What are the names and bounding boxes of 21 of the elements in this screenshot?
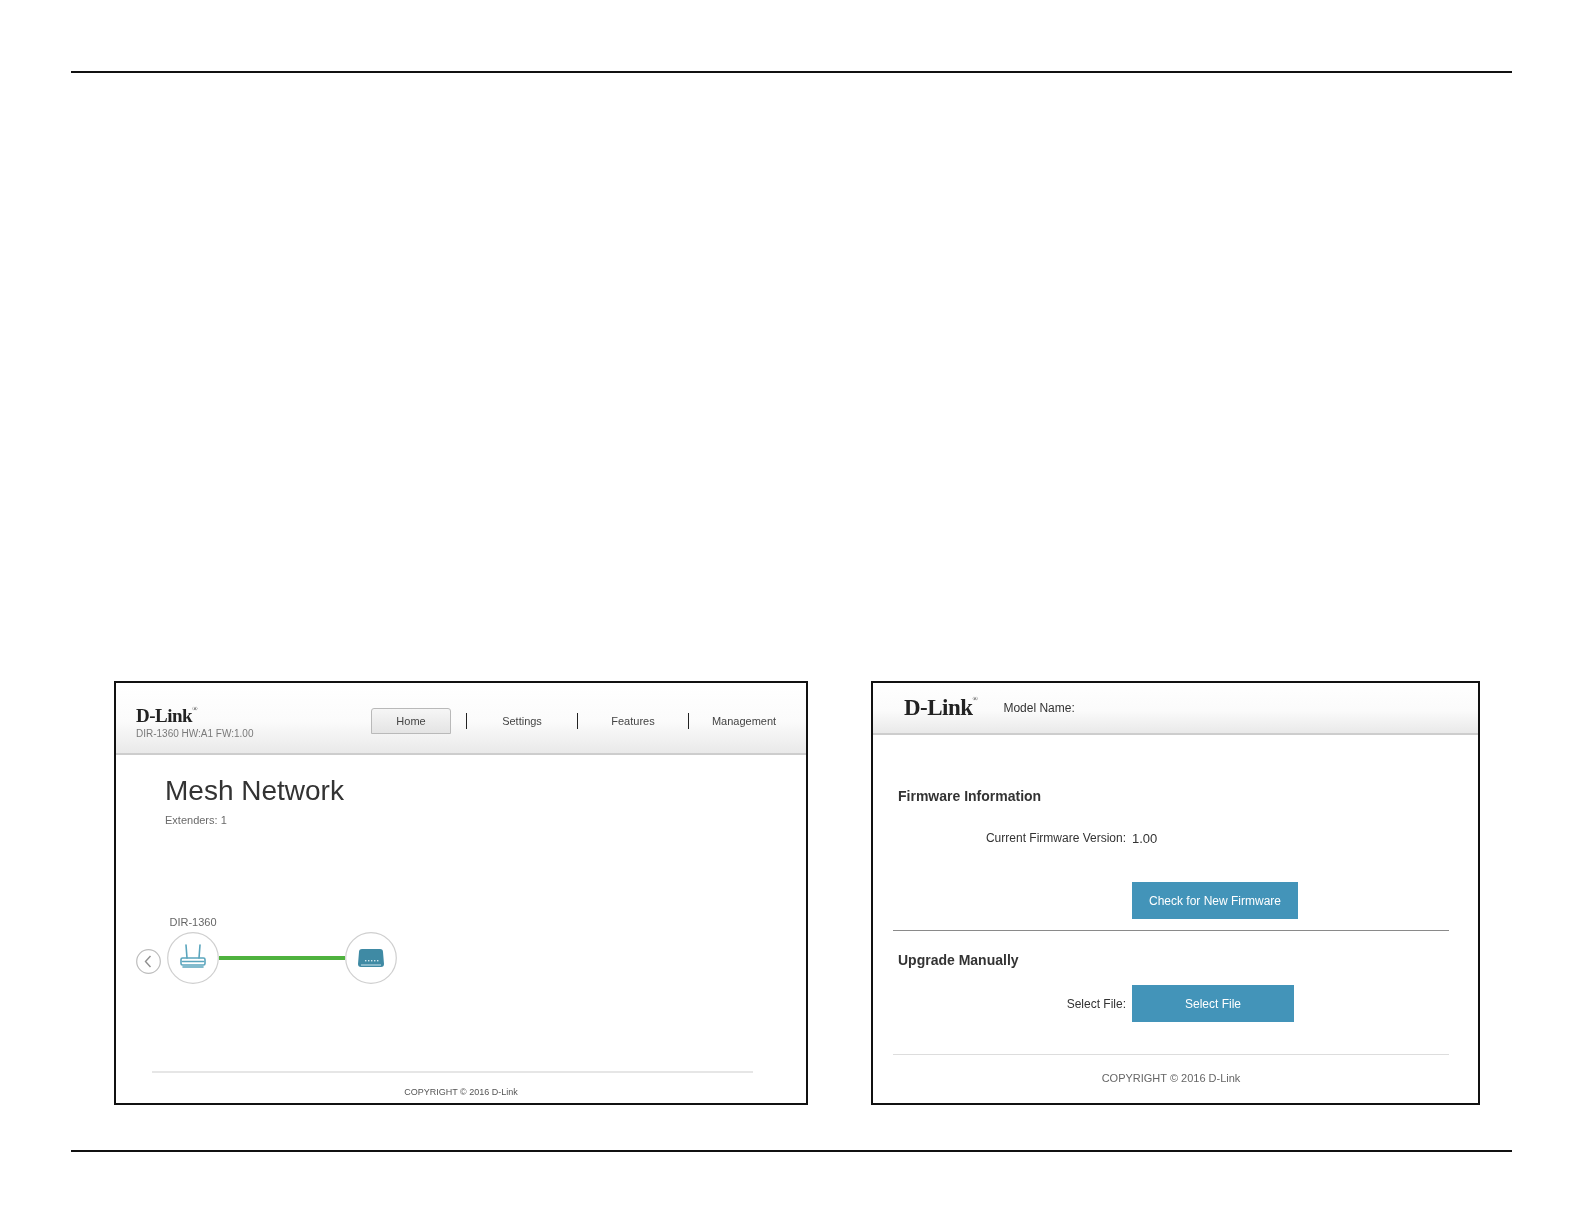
model-name-label: Model Name: (1003, 701, 1075, 715)
page-title: Mesh Network (165, 774, 344, 808)
copyright-text: COPYRIGHT © 2016 D-Link (404, 1086, 518, 1098)
router-icon[interactable] (167, 932, 219, 984)
copyright-text: COPYRIGHT © 2016 D-Link (1101, 1071, 1241, 1085)
field-value: 1.00 (1132, 830, 1158, 847)
section-heading: Firmware Information (898, 788, 1043, 804)
node-label: DIR-1360 (169, 915, 217, 929)
extenders-count: Extenders: 1 (165, 814, 227, 826)
section-heading: Upgrade Manually (898, 952, 1020, 968)
nav-tab[interactable]: Home (371, 708, 451, 734)
nav-tab[interactable]: Management (704, 708, 784, 734)
logo: D-Link$^{®}$ (136, 706, 199, 726)
nav-tab[interactable]: Settings (482, 708, 562, 734)
back-icon[interactable] (136, 949, 161, 974)
device-info: DIR-1360 HW:A1 FW:1.00 (136, 727, 254, 739)
nav-tab[interactable]: Features (593, 708, 673, 734)
extender-icon[interactable] (345, 932, 397, 984)
field-label: Current Firmware Version: (985, 830, 1126, 846)
field-label: Select File: (1066, 995, 1126, 1012)
logo: D-Link$^{®}$ (904, 695, 978, 721)
